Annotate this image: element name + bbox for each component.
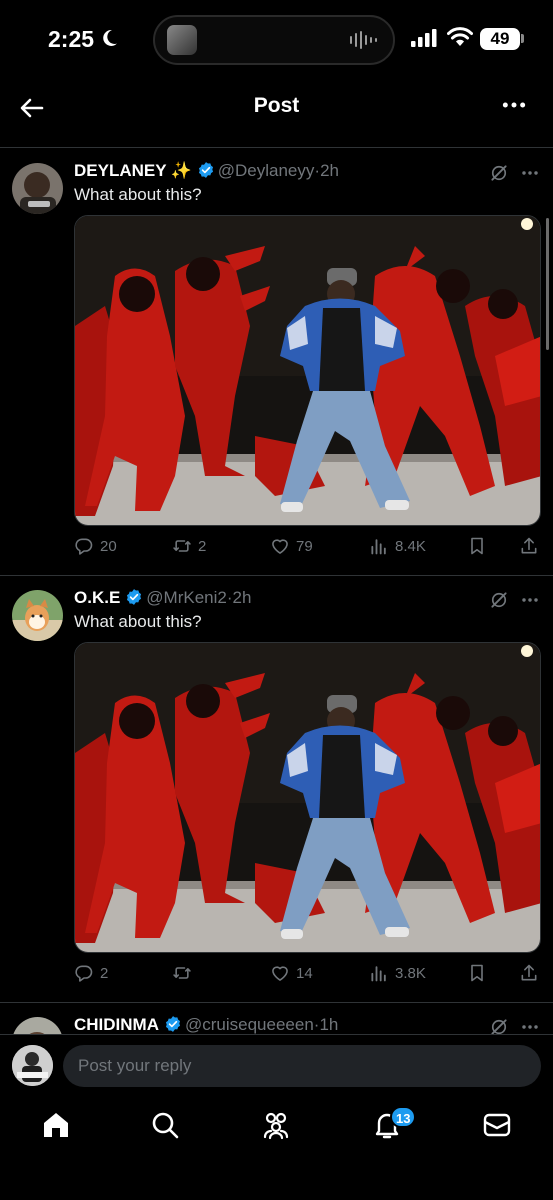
like-button[interactable]: 14 xyxy=(270,960,313,986)
wifi-icon xyxy=(447,27,473,46)
avatar[interactable] xyxy=(12,163,63,214)
reply-button[interactable]: 2 xyxy=(74,960,108,986)
grok-icon[interactable] xyxy=(489,590,509,610)
view-count: 3.8K xyxy=(395,964,426,982)
avatar-image xyxy=(12,590,63,641)
repost-count: 2 xyxy=(198,537,207,555)
avatar[interactable] xyxy=(12,590,63,641)
audio-waveform-icon xyxy=(350,31,377,49)
reply-count: 2 xyxy=(100,964,109,982)
reply-count: 20 xyxy=(100,537,117,555)
repost-icon xyxy=(172,536,192,556)
verified-badge-icon xyxy=(164,1015,182,1033)
post-actions: 20 2 79 8.4K xyxy=(74,533,544,559)
bookmark-button[interactable] xyxy=(467,533,487,559)
reply-icon xyxy=(74,963,94,983)
reply-input[interactable] xyxy=(63,1045,541,1087)
post-media-image[interactable] xyxy=(74,642,541,953)
views-icon xyxy=(369,963,389,983)
bookmark-button[interactable] xyxy=(467,960,487,986)
bookmark-icon xyxy=(467,963,487,983)
share-icon xyxy=(519,963,539,983)
page-title: Post xyxy=(253,94,300,117)
reply-composer xyxy=(0,1034,553,1094)
repost-icon xyxy=(172,963,192,983)
post-time: 2h xyxy=(232,588,252,607)
share-button[interactable] xyxy=(519,533,539,559)
views-icon xyxy=(369,536,389,556)
avatar-image xyxy=(12,1045,53,1086)
stage-performance-photo xyxy=(75,643,541,953)
stage-performance-photo xyxy=(75,216,541,526)
like-icon xyxy=(270,963,290,983)
post-author-line: DEYLANEY ✨ @Deylaneyy·2h xyxy=(74,161,339,185)
cellular-signal-icon xyxy=(411,29,437,47)
like-icon xyxy=(270,536,290,556)
more-icon[interactable] xyxy=(501,100,527,110)
search-icon[interactable] xyxy=(150,1110,180,1140)
views-button[interactable]: 3.8K xyxy=(369,960,426,986)
author-handle[interactable]: @cruisequeeeen xyxy=(185,1015,314,1034)
views-button[interactable]: 8.4K xyxy=(369,533,426,559)
status-bar: 2:25 49 xyxy=(0,0,553,80)
avatar-image xyxy=(12,163,63,214)
more-icon[interactable] xyxy=(521,1024,539,1030)
my-avatar[interactable] xyxy=(12,1045,53,1086)
like-count: 14 xyxy=(296,964,313,982)
battery-tip xyxy=(521,34,524,43)
battery-indicator: 49 xyxy=(480,28,520,50)
dynamic-island[interactable] xyxy=(153,15,395,65)
post-item[interactable]: DEYLANEY ✨ @Deylaneyy·2h What about this? … xyxy=(0,149,553,576)
like-button[interactable]: 79 xyxy=(270,533,313,559)
bottom-navigation: 13 xyxy=(0,1094,553,1200)
verified-badge-icon xyxy=(125,588,143,606)
communities-icon[interactable] xyxy=(261,1110,291,1140)
author-emoji: ✨ xyxy=(170,161,192,180)
status-time: 2:25 xyxy=(48,26,95,52)
author-name[interactable]: DEYLANEY xyxy=(74,161,167,180)
post-text: What about this? xyxy=(74,185,202,204)
post-item[interactable]: O.K.E @MrKeni2·2h What about this? 2 14 3… xyxy=(0,576,553,1003)
home-icon[interactable] xyxy=(41,1110,71,1140)
reply-button[interactable]: 20 xyxy=(74,533,117,559)
like-count: 79 xyxy=(296,537,313,555)
author-name[interactable]: O.K.E xyxy=(74,588,120,607)
verified-badge-icon xyxy=(197,161,215,179)
author-handle[interactable]: @Deylaneyy xyxy=(218,161,315,180)
post-header: Post xyxy=(0,80,553,148)
author-handle[interactable]: @MrKeni2 xyxy=(146,588,227,607)
post-author-line: O.K.E @MrKeni2·2h xyxy=(74,588,251,612)
now-playing-artwork xyxy=(167,25,197,55)
bookmark-icon xyxy=(467,536,487,556)
reply-icon xyxy=(74,536,94,556)
post-time: 2h xyxy=(320,161,339,180)
author-name[interactable]: CHIDINMA xyxy=(74,1015,159,1034)
post-actions: 2 14 3.8K xyxy=(74,960,544,986)
messages-icon[interactable] xyxy=(482,1110,512,1140)
view-count: 8.4K xyxy=(395,537,426,555)
share-icon xyxy=(519,536,539,556)
share-button[interactable] xyxy=(519,960,539,986)
repost-button[interactable] xyxy=(172,960,198,986)
grok-icon[interactable] xyxy=(489,163,509,183)
moon-icon xyxy=(103,29,117,46)
more-icon[interactable] xyxy=(521,597,539,603)
post-time: 1h xyxy=(319,1015,339,1034)
notification-badge: 13 xyxy=(390,1106,417,1128)
repost-button[interactable]: 2 xyxy=(172,533,206,559)
post-text: What about this? xyxy=(74,612,202,631)
post-media-image[interactable] xyxy=(74,215,541,526)
more-icon[interactable] xyxy=(521,170,539,176)
